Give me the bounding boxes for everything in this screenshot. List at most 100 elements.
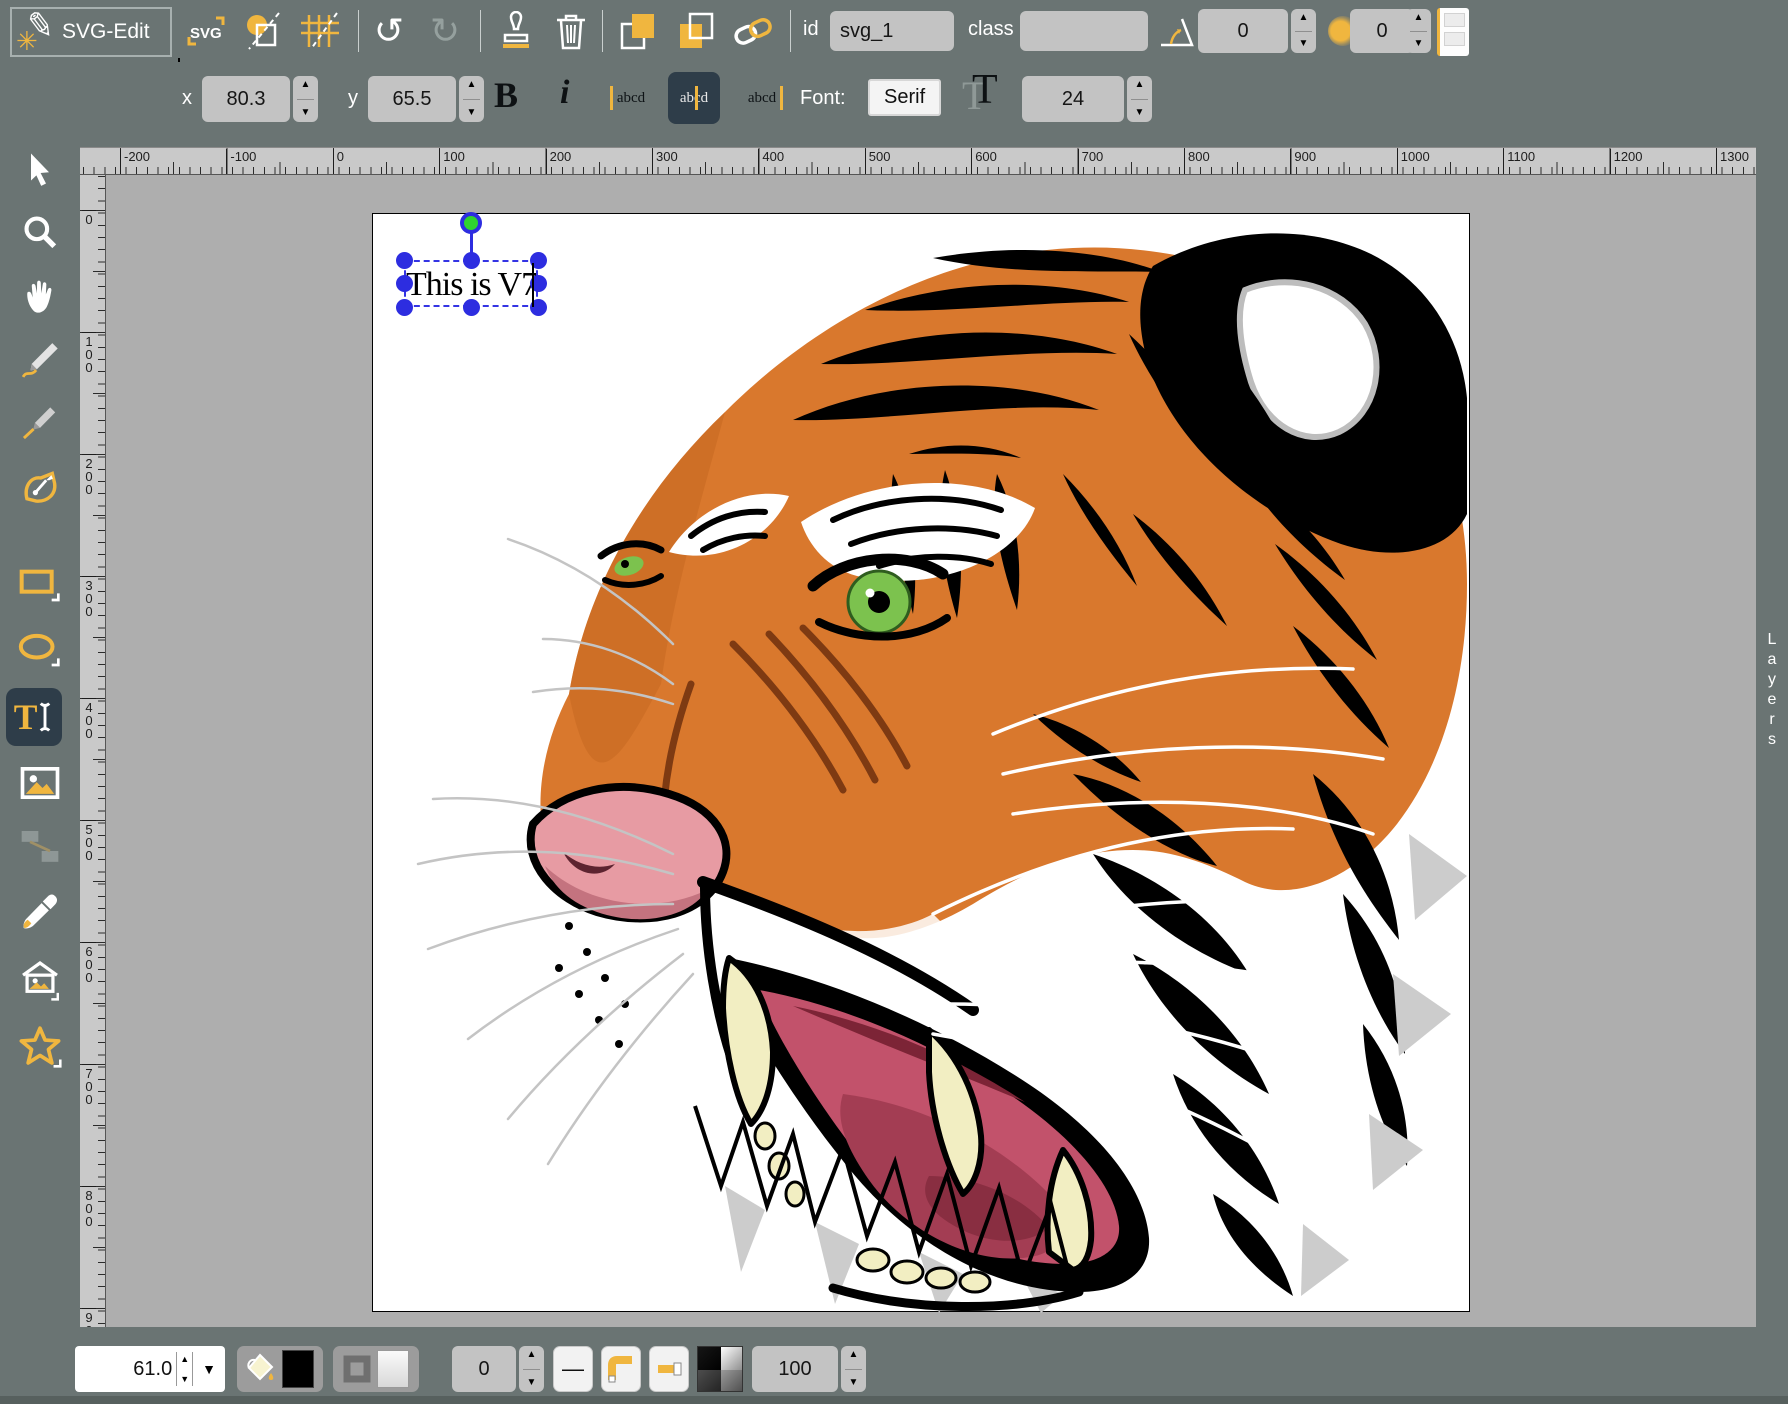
- tool-pencil[interactable]: [9, 334, 71, 386]
- paint-bucket-icon: [246, 1353, 276, 1385]
- v-ruler-label: 700: [82, 1064, 96, 1106]
- left-tool-panel: T: [0, 147, 80, 1327]
- zoom-spinner[interactable]: ▲▼: [176, 1352, 193, 1386]
- class-label: class: [968, 18, 1014, 41]
- stroke-icon: [343, 1355, 371, 1383]
- opacity-input[interactable]: [752, 1346, 838, 1392]
- angle-input[interactable]: [1198, 9, 1288, 53]
- top-toolbar: ✳✎ SVG-Edit ▼ SVG ↺ ↻: [0, 0, 1788, 62]
- id-label: id: [803, 18, 819, 41]
- y-input[interactable]: [368, 76, 456, 122]
- zoom-control[interactable]: 61.0 ▲▼ ▼: [75, 1346, 225, 1392]
- svg-text:T: T: [14, 697, 38, 737]
- snap-grid-button[interactable]: [297, 8, 343, 54]
- v-ruler-label: 900: [82, 1308, 96, 1327]
- h-ruler-label: -200: [120, 149, 150, 175]
- redo-button[interactable]: ↻: [422, 8, 468, 54]
- h-ruler-label: 1200: [1610, 149, 1643, 175]
- tool-star[interactable]: [9, 1020, 71, 1072]
- v-ruler-label: 200: [82, 454, 96, 496]
- v-ruler-label: 400: [82, 698, 96, 740]
- stroke-color-button[interactable]: [333, 1346, 419, 1392]
- bottom-toolbar: 61.0 ▲▼ ▼ ▲▼ — ▲▼: [0, 1327, 1788, 1404]
- bold-button[interactable]: B: [494, 74, 518, 116]
- font-label: Font:: [800, 87, 846, 110]
- tool-pan[interactable]: [9, 269, 71, 321]
- x-spinner[interactable]: ▲▼: [293, 76, 318, 122]
- h-ruler-label: 700: [1078, 149, 1104, 175]
- clone-stamp-button[interactable]: [493, 8, 539, 54]
- y-spinner[interactable]: ▲▼: [459, 76, 484, 122]
- layers-panel-tab[interactable]: Layers: [1756, 147, 1788, 1327]
- h-ruler-label: 0: [333, 149, 344, 175]
- tool-select[interactable]: [9, 144, 71, 196]
- delete-button[interactable]: [548, 8, 594, 54]
- edit-source-button[interactable]: SVG: [183, 8, 229, 54]
- angle-icon: [1155, 8, 1201, 54]
- stroke-width-input[interactable]: [452, 1346, 516, 1392]
- undo-button[interactable]: ↺: [366, 8, 412, 54]
- text-anchor-start-button[interactable]: abcd: [605, 72, 657, 124]
- svg-edit-logo-icon: ✳✎: [20, 12, 60, 52]
- v-ruler-label: 500: [82, 820, 96, 862]
- svg-canvas[interactable]: This is V7: [372, 213, 1470, 1312]
- h-ruler-label: 400: [758, 149, 784, 175]
- italic-button[interactable]: i: [560, 74, 569, 112]
- h-ruler-label: -100: [226, 149, 256, 175]
- opacity-spinner[interactable]: ▲▼: [841, 1346, 866, 1392]
- tiger-drawing: [373, 214, 1471, 1313]
- tool-text[interactable]: T: [6, 688, 62, 746]
- h-ruler-label: 800: [1184, 149, 1210, 175]
- wireframe-mode-button[interactable]: [240, 8, 286, 54]
- workarea[interactable]: This is V7: [106, 175, 1756, 1327]
- stroke-linejoin-button[interactable]: [601, 1346, 641, 1392]
- blur-input[interactable]: [1350, 9, 1414, 53]
- move-to-bottom-button[interactable]: [674, 8, 720, 54]
- v-ruler-label: 800: [82, 1186, 96, 1228]
- font-family-button[interactable]: Serif: [868, 79, 941, 116]
- element-class-input[interactable]: [1020, 11, 1148, 51]
- tool-image[interactable]: [9, 757, 71, 809]
- v-ruler-label: 600: [82, 942, 96, 984]
- h-ruler-label: 1000: [1397, 149, 1430, 175]
- h-ruler-label: 900: [1290, 149, 1316, 175]
- make-link-button[interactable]: [731, 8, 777, 54]
- tool-zoom[interactable]: [9, 206, 71, 258]
- stroke-color-swatch: [377, 1350, 409, 1388]
- panel-toggle-button[interactable]: [1437, 8, 1469, 56]
- element-id-input[interactable]: [830, 11, 954, 51]
- linejoin-miter-icon: [607, 1355, 635, 1383]
- h-ruler-label: 500: [865, 149, 891, 175]
- h-ruler-label: 600: [971, 149, 997, 175]
- h-ruler-label: 300: [652, 149, 678, 175]
- toolbar-separator: [602, 10, 603, 52]
- h-ruler-label: 200: [546, 149, 572, 175]
- stroke-dash-button[interactable]: —: [553, 1346, 593, 1392]
- x-input[interactable]: [202, 76, 290, 122]
- text-anchor-middle-button[interactable]: abcd: [668, 72, 720, 124]
- tool-ellipse[interactable]: [9, 624, 71, 676]
- tool-rectangle[interactable]: [9, 559, 71, 611]
- tool-path[interactable]: [9, 462, 71, 514]
- fill-color-button[interactable]: [237, 1346, 323, 1392]
- move-to-top-button[interactable]: [616, 8, 662, 54]
- tool-eyedropper[interactable]: [9, 886, 71, 938]
- tool-shape-library[interactable]: [9, 954, 71, 1006]
- tool-line[interactable]: [9, 396, 71, 448]
- text-anchor-end-button[interactable]: abcd: [736, 72, 788, 124]
- layers-tab-label: Layers: [1756, 630, 1788, 750]
- zoom-dropdown-icon[interactable]: ▼: [193, 1361, 225, 1377]
- stroke-linecap-button[interactable]: [649, 1346, 689, 1392]
- blur-spinner[interactable]: ▲▼: [1406, 9, 1431, 53]
- toolbar-separator: [790, 10, 791, 52]
- angle-spinner[interactable]: ▲▼: [1291, 9, 1316, 53]
- stroke-width-spinner[interactable]: ▲▼: [519, 1346, 544, 1392]
- h-ruler-label: 100: [439, 149, 465, 175]
- main-menu-button[interactable]: ✳✎ SVG-Edit ▼: [10, 7, 172, 57]
- font-size-spinner[interactable]: ▲▼: [1127, 76, 1152, 122]
- y-label: y: [348, 87, 358, 110]
- h-ruler-label: 1100: [1503, 149, 1535, 175]
- font-size-input[interactable]: [1022, 76, 1124, 122]
- window-bottom-edge: [0, 1396, 1788, 1404]
- zoom-value: 61.0: [75, 1358, 176, 1381]
